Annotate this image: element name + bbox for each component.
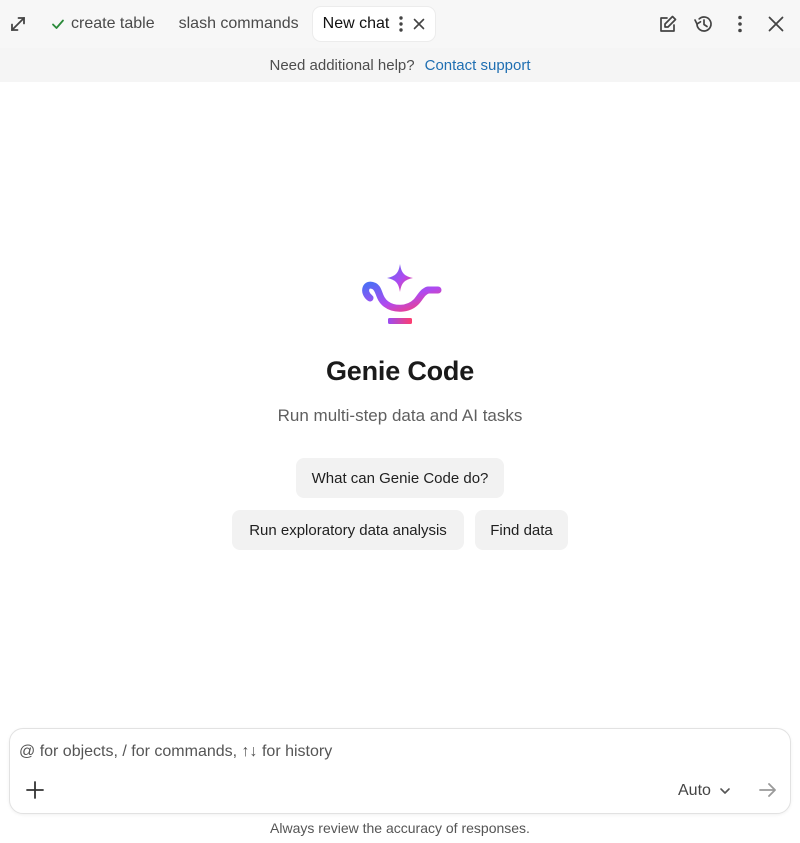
close-icon[interactable] [760,9,792,39]
send-button[interactable] [754,776,782,804]
chat-composer: Auto [9,728,791,814]
tab-slash-commands[interactable]: slash commands [169,7,309,41]
page-title: Genie Code [325,356,475,386]
help-text: Need additional help? [269,56,415,74]
page-subtitle: Run multi-step data and AI tasks [277,406,523,425]
suggestion-find-data[interactable]: Find data [475,510,568,550]
suggestion-exploratory-analysis[interactable]: Run exploratory data analysis [232,510,464,550]
expand-icon[interactable] [3,9,33,39]
model-select-value: Auto [678,782,711,799]
add-attachment-button[interactable] [22,777,48,803]
help-bar: Need additional help? Contact support [0,48,800,82]
check-icon [51,17,65,31]
contact-support-link[interactable]: Contact support [425,57,531,74]
model-select[interactable]: Auto [678,779,731,803]
disclaimer-text: Always review the accuracy of responses. [270,820,530,836]
tab-kebab-icon[interactable] [399,16,404,32]
chat-input[interactable] [19,739,759,765]
tab-label: New chat [322,15,390,32]
tab-label: create table [71,15,155,32]
compose-icon[interactable] [652,9,684,39]
tab-create-table[interactable]: create table [41,7,165,41]
history-icon[interactable] [688,9,720,39]
tab-new-chat[interactable]: New chat [312,7,436,41]
tab-label: slash commands [178,15,299,32]
tab-bar: create table slash commands New chat [0,0,800,48]
kebab-icon[interactable] [724,9,756,39]
suggestion-what-can-genie-do[interactable]: What can Genie Code do? [296,458,504,498]
genie-logo-icon [362,264,442,324]
chevron-down-icon [719,782,731,800]
tab-close-icon[interactable] [413,18,425,30]
